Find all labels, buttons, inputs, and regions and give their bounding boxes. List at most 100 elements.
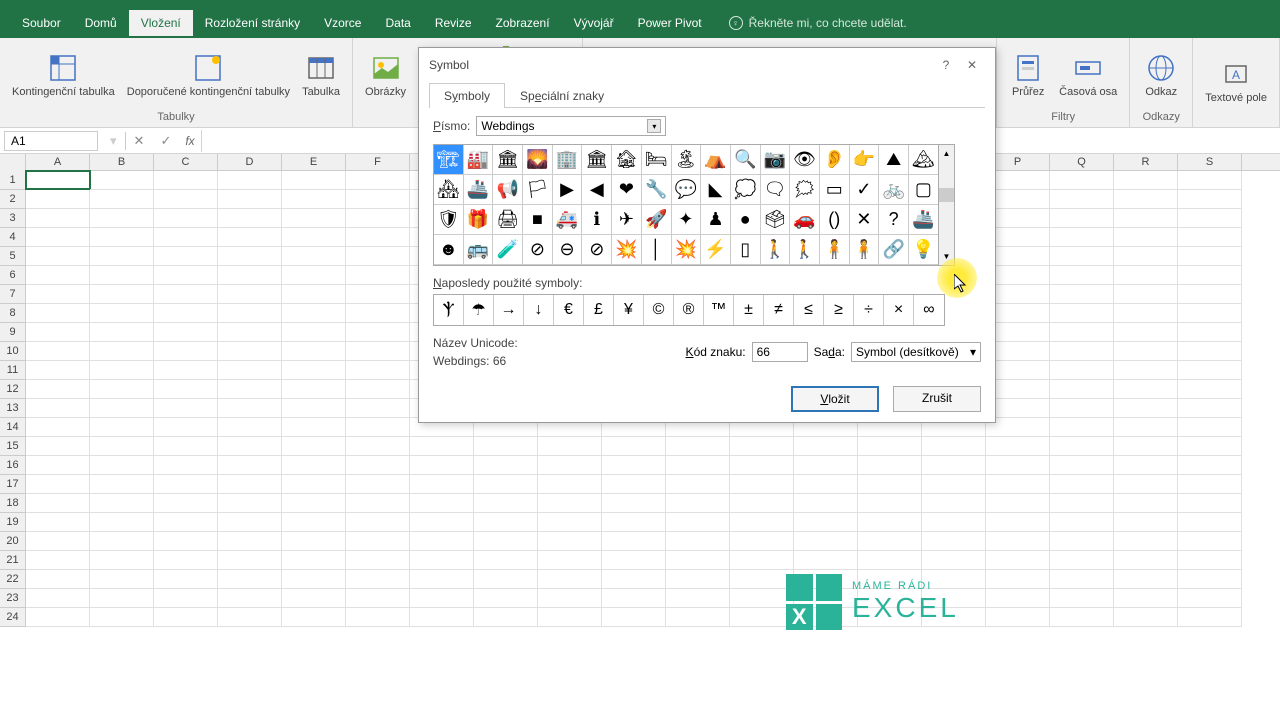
cell[interactable] xyxy=(90,475,154,494)
cell[interactable] xyxy=(90,304,154,323)
cell[interactable] xyxy=(474,551,538,570)
cell[interactable] xyxy=(1050,266,1114,285)
cell[interactable] xyxy=(346,380,410,399)
cell[interactable] xyxy=(346,570,410,589)
recent-symbol[interactable]: ÷ xyxy=(854,295,884,325)
help-button[interactable]: ? xyxy=(933,54,959,76)
cell[interactable] xyxy=(602,456,666,475)
cell[interactable] xyxy=(538,532,602,551)
cell[interactable] xyxy=(346,209,410,228)
cell[interactable] xyxy=(794,494,858,513)
row-header[interactable]: 4 xyxy=(0,228,26,247)
cell[interactable] xyxy=(1050,380,1114,399)
row-header[interactable]: 11 xyxy=(0,361,26,380)
cell[interactable] xyxy=(90,570,154,589)
cell[interactable] xyxy=(1178,399,1242,418)
recent-symbol[interactable]: © xyxy=(644,295,674,325)
cell[interactable] xyxy=(858,437,922,456)
cell[interactable] xyxy=(1178,532,1242,551)
cell[interactable] xyxy=(1114,456,1178,475)
cell[interactable] xyxy=(26,456,90,475)
scrollbar[interactable]: ▲ ▼ xyxy=(938,144,955,266)
cell[interactable] xyxy=(346,323,410,342)
symbol-cell[interactable]: 🧍 xyxy=(820,235,850,265)
symbol-cell[interactable]: ⊘ xyxy=(582,235,612,265)
cell[interactable] xyxy=(986,437,1050,456)
recent-symbol[interactable]: € xyxy=(554,295,584,325)
cell[interactable] xyxy=(730,532,794,551)
recent-symbol[interactable]: ∞ xyxy=(914,295,944,325)
symbol-cell[interactable]: ? xyxy=(879,205,909,235)
cell[interactable] xyxy=(218,228,282,247)
recommended-pivot-button[interactable]: Doporučené kontingenční tabulky xyxy=(121,40,296,109)
cell[interactable] xyxy=(346,494,410,513)
symbol-cell[interactable]: 🚢 xyxy=(909,205,939,235)
cell[interactable] xyxy=(1178,570,1242,589)
tab-symboly[interactable]: Symboly xyxy=(429,83,505,108)
cell[interactable] xyxy=(26,285,90,304)
symbol-cell[interactable]: 🚌 xyxy=(464,235,494,265)
cell[interactable] xyxy=(474,456,538,475)
symbol-cell[interactable]: 🔗 xyxy=(879,235,909,265)
tab-powerpivot[interactable]: Power Pivot xyxy=(626,10,714,36)
cell[interactable] xyxy=(346,589,410,608)
row-header[interactable]: 8 xyxy=(0,304,26,323)
cell[interactable] xyxy=(26,513,90,532)
cell[interactable] xyxy=(26,323,90,342)
cell[interactable] xyxy=(282,171,346,190)
cell[interactable] xyxy=(1050,437,1114,456)
cell[interactable] xyxy=(218,437,282,456)
symbol-cell[interactable]: 🚑 xyxy=(553,205,583,235)
cell[interactable] xyxy=(922,456,986,475)
cell[interactable] xyxy=(26,190,90,209)
cell[interactable] xyxy=(1114,304,1178,323)
cell[interactable] xyxy=(1050,171,1114,190)
symbol-cell[interactable]: 👁 xyxy=(790,145,820,175)
symbol-cell[interactable]: 🔧 xyxy=(642,175,672,205)
cell[interactable] xyxy=(90,551,154,570)
row-header[interactable]: 20 xyxy=(0,532,26,551)
column-header[interactable]: D xyxy=(218,154,282,170)
cell[interactable] xyxy=(1114,266,1178,285)
scroll-up-icon[interactable]: ▲ xyxy=(939,145,954,162)
symbol-cell[interactable]: 🏛 xyxy=(493,145,523,175)
cell[interactable] xyxy=(1114,418,1178,437)
cell[interactable] xyxy=(154,209,218,228)
cell[interactable] xyxy=(154,399,218,418)
cell[interactable] xyxy=(154,608,218,627)
row-header[interactable]: 22 xyxy=(0,570,26,589)
cell[interactable] xyxy=(986,589,1050,608)
cell[interactable] xyxy=(26,494,90,513)
cell[interactable] xyxy=(1178,266,1242,285)
cell[interactable] xyxy=(666,570,730,589)
cell[interactable] xyxy=(986,570,1050,589)
cell[interactable] xyxy=(1050,456,1114,475)
cell[interactable] xyxy=(154,266,218,285)
cell[interactable] xyxy=(986,475,1050,494)
cell[interactable] xyxy=(1114,437,1178,456)
cell[interactable] xyxy=(154,570,218,589)
enter-formula-icon[interactable]: ✓ xyxy=(152,133,179,149)
cell[interactable] xyxy=(218,589,282,608)
cell[interactable] xyxy=(474,494,538,513)
cell[interactable] xyxy=(282,304,346,323)
cell[interactable] xyxy=(1050,190,1114,209)
symbol-cell[interactable]: ⛰ xyxy=(879,145,909,175)
cell[interactable] xyxy=(538,608,602,627)
cell[interactable] xyxy=(1050,418,1114,437)
symbol-cell[interactable]: ▶ xyxy=(553,175,583,205)
cell[interactable] xyxy=(666,589,730,608)
cell[interactable] xyxy=(282,475,346,494)
cell[interactable] xyxy=(26,342,90,361)
symbol-cell[interactable]: 🏛 xyxy=(582,145,612,175)
symbol-cell[interactable]: 💥 xyxy=(672,235,702,265)
cell[interactable] xyxy=(794,456,858,475)
column-header[interactable]: B xyxy=(90,154,154,170)
cell[interactable] xyxy=(218,418,282,437)
symbol-cell[interactable]: ● xyxy=(731,205,761,235)
cell[interactable] xyxy=(154,456,218,475)
cell[interactable] xyxy=(282,361,346,380)
row-header[interactable]: 15 xyxy=(0,437,26,456)
cell[interactable] xyxy=(858,532,922,551)
cell[interactable] xyxy=(154,532,218,551)
